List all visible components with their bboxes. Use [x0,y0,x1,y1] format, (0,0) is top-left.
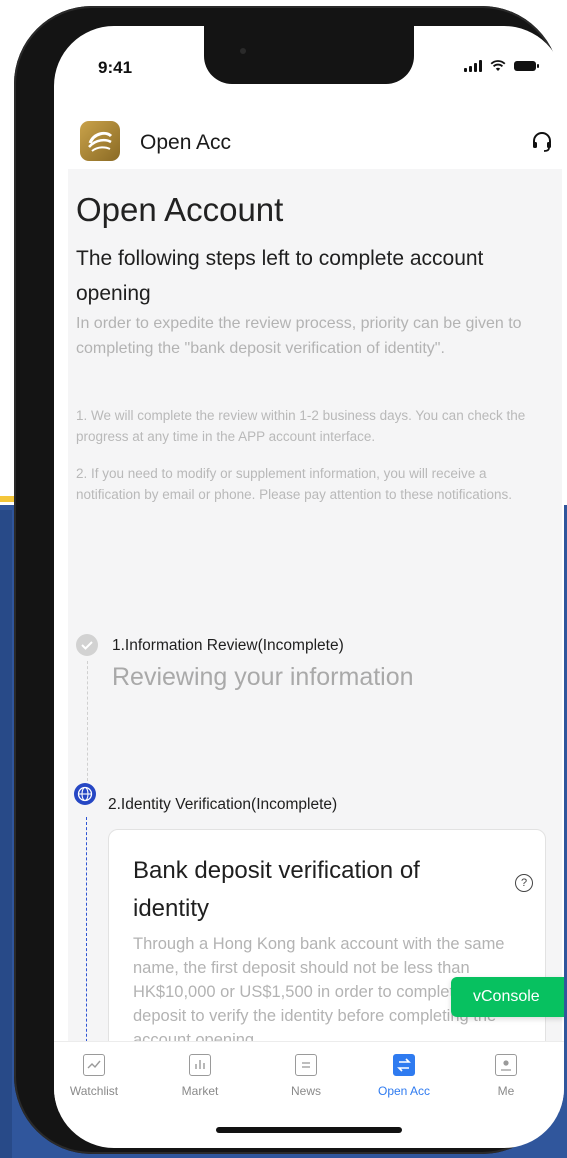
vconsole-button[interactable]: vConsole [451,977,564,1017]
status-time: 9:41 [98,58,133,77]
page-subtitle: The following steps left to complete acc… [76,247,484,305]
battery-icon [514,61,539,71]
transfer-icon [393,1054,415,1076]
step-connector-active [86,817,87,1062]
note-2: 2. If you need to modify or supplement i… [76,466,513,502]
headset-icon[interactable] [530,129,554,153]
note-1: 1. We will complete the review within 1-… [76,408,526,444]
app-logo [80,121,120,161]
tab-news[interactable]: News [266,1054,346,1098]
header-title: Open Acc [140,131,232,154]
help-icon[interactable]: ? [515,874,533,892]
tab-label: Open Acc [377,1084,431,1098]
signal-icon [464,60,482,72]
notch [204,26,414,84]
step-1-subtitle: Reviewing your information [112,663,414,691]
step-connector [87,661,88,781]
tab-label: Me [497,1084,515,1098]
check-icon [76,634,98,656]
background-strip [0,510,12,1158]
app-header: Open Acc [54,121,564,169]
person-icon [495,1054,517,1076]
tab-bar: Watchlist Market News Open Acc Me [54,1041,564,1112]
tab-label: Market [181,1084,219,1098]
bar-chart-icon [189,1054,211,1076]
phone-frame: 9:41 Open Acc Open Account The following… [14,6,564,1154]
intro-text: In order to expedite the review process,… [76,315,522,357]
phone-screen: 9:41 Open Acc Open Account The following… [54,26,564,1148]
step-1-title: 1.Information Review(Incomplete) [112,637,344,654]
line-chart-icon [83,1054,105,1076]
tab-market[interactable]: Market [160,1054,240,1098]
tab-me[interactable]: Me [466,1054,546,1098]
globe-icon [74,783,96,805]
tab-label: Watchlist [69,1084,119,1098]
tab-label: News [290,1084,321,1098]
tab-watchlist[interactable]: Watchlist [54,1054,134,1098]
tab-open-acc[interactable]: Open Acc [364,1054,444,1098]
card-title: Bank deposit verification of identity [133,857,420,922]
document-icon [295,1054,317,1076]
page-title: Open Account [76,191,284,228]
wifi-icon [490,60,506,71]
step-2-title: 2.Identity Verification(Incomplete) [108,796,338,813]
home-indicator[interactable] [216,1127,402,1133]
status-icons [464,60,539,72]
main-content: Open Account The following steps left to… [68,169,562,1091]
